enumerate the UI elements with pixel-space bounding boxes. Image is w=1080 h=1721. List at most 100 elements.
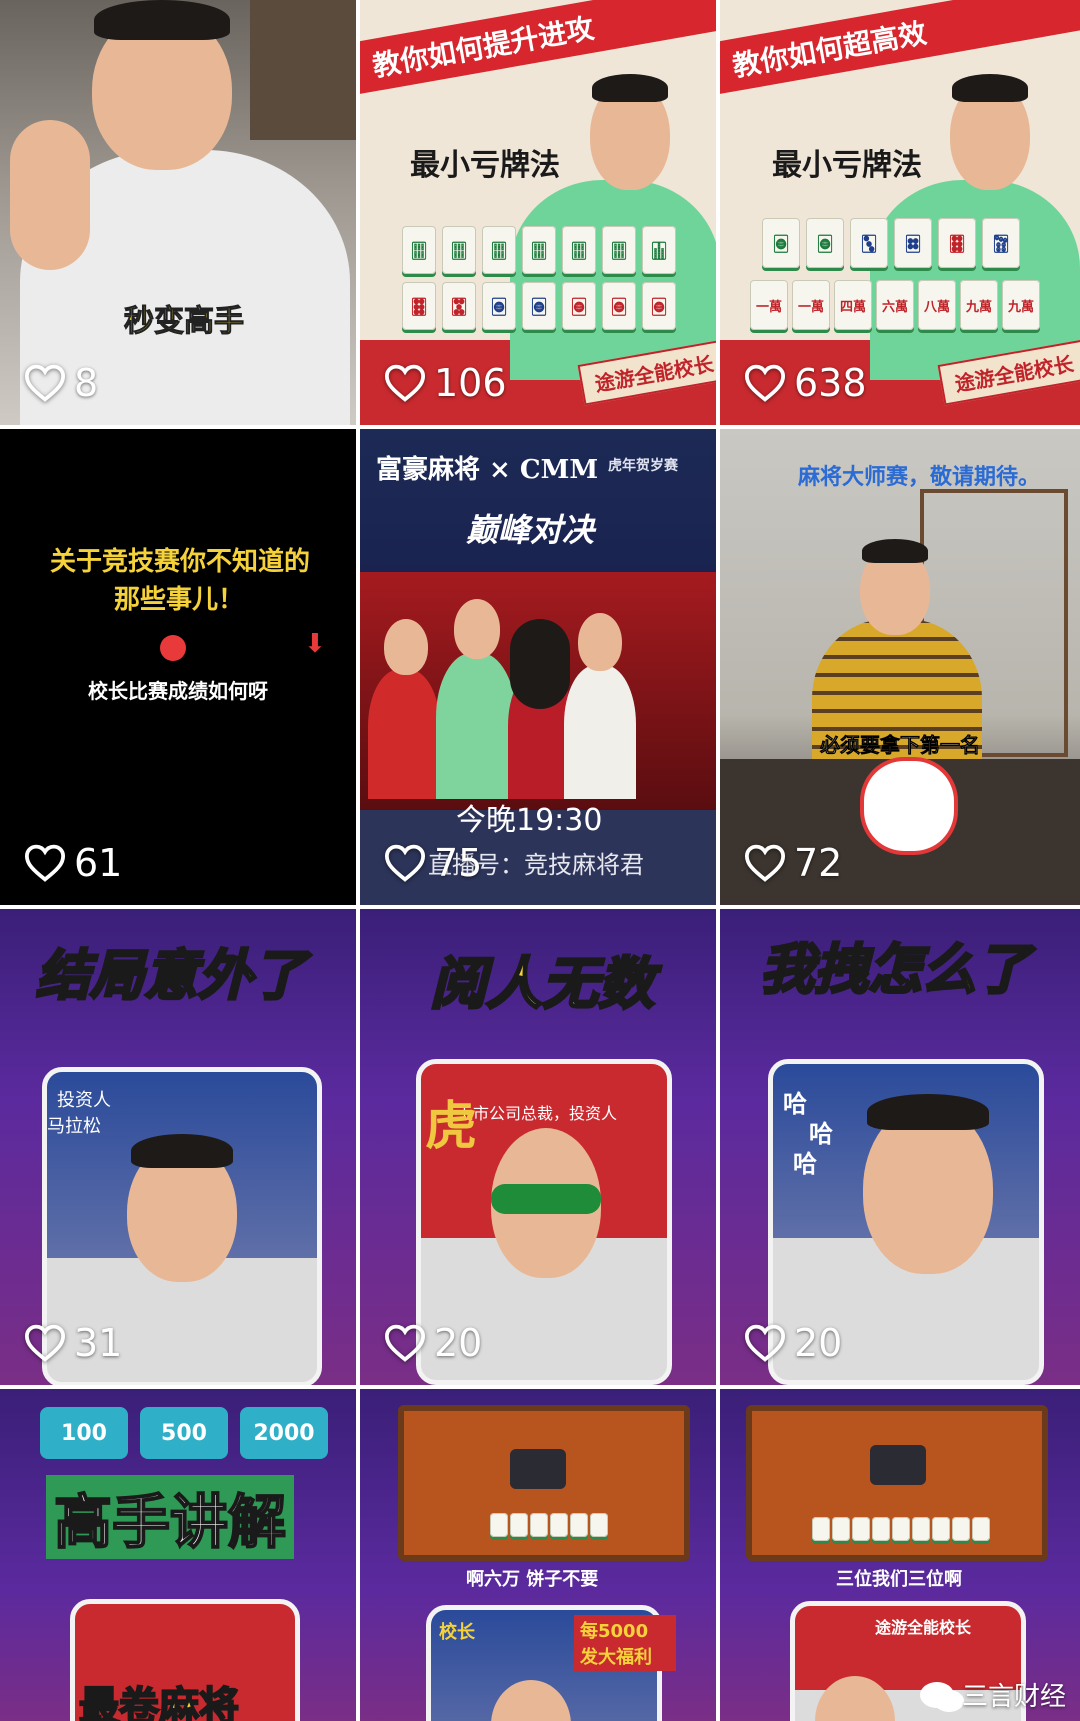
top-caption: 麻将大师赛，敬请期待。 xyxy=(798,465,1041,490)
video-tile-4[interactable]: 关于竞技赛你不知道的 那些事儿！ ⬇ 校长比赛成绩如何呀 61 xyxy=(0,429,356,905)
video-tile-2[interactable]: 教你如何提升进攻 最小亏牌法 🀕 🀕 🀕 🀕 🀕 🀕 🀖 🀞 🀝 🀙 🀙 🀙 🀙… xyxy=(360,0,716,425)
mahjong-tile: 🀙 xyxy=(482,282,516,330)
title-line-1: 关于竞技赛你不知道的 xyxy=(50,547,311,577)
heart-icon xyxy=(384,844,426,882)
like-count-value: 75 xyxy=(434,841,483,885)
heart-icon xyxy=(24,844,66,882)
tile-row-1: 🀙 🀙 🀛 🀜 🀞 🀟 xyxy=(762,218,1020,268)
mahjong-tile: 六萬 xyxy=(876,280,914,330)
player-4-head xyxy=(578,613,622,671)
headline: 高手讲解 xyxy=(46,1475,295,1559)
like-count-value: 8 xyxy=(74,361,99,405)
like-count: 72 xyxy=(744,841,842,885)
brand-label: 富豪麻将 × CMM xyxy=(376,455,599,485)
presenter-hair xyxy=(592,74,668,102)
player-2 xyxy=(436,653,516,799)
method-title: 最小亏牌法 xyxy=(410,148,560,183)
player-4 xyxy=(564,665,636,799)
like-count-value: 106 xyxy=(434,361,507,405)
video-tile-8[interactable]: 阅人无数 上市公司总裁，投资人 虎 20 xyxy=(360,909,716,1385)
caption-text: 三位我们三位啊 xyxy=(836,1569,962,1590)
mahjong-tile xyxy=(952,1517,970,1541)
video-tile-11[interactable]: 啊六万 饼子不要 校长 每5000 发大福利 xyxy=(360,1389,716,1721)
mahjong-tile: 🀕 xyxy=(402,226,436,274)
mahjong-tile xyxy=(490,1513,508,1537)
headline: 阅人无数 xyxy=(429,951,656,1019)
like-count-value: 31 xyxy=(74,1321,123,1365)
like-count-value: 20 xyxy=(794,1321,843,1365)
video-tile-3[interactable]: 教你如何超高效 最小亏牌法 🀙 🀙 🀛 🀜 🀞 🀟 一萬 一萬 四萬 六萬 八萬… xyxy=(720,0,1080,425)
mahjong-tile: 🀙 xyxy=(562,282,596,330)
laugh-text: 哈 xyxy=(783,1090,807,1118)
presenter-hair xyxy=(131,1134,233,1168)
heart-icon xyxy=(744,1324,786,1362)
score-card: 500 xyxy=(140,1407,228,1459)
video-tile-5[interactable]: 富豪麻将 × CMM 虎年贺岁赛 巅峰对决 今晚19:30 直播号：竞技麻将君 … xyxy=(360,429,716,905)
mahjong-tile: 🀟 xyxy=(982,218,1020,268)
subtitle-line: 校长比赛成绩如何呀 xyxy=(88,679,268,703)
like-count: 20 xyxy=(384,1321,482,1365)
arrow-down-icon: ⬇ xyxy=(304,629,326,659)
wechat-icon xyxy=(919,1681,954,1708)
mahjong-tile: 🀜 xyxy=(894,218,932,268)
mahjong-tile: 🀕 xyxy=(562,226,596,274)
mahjong-tile xyxy=(812,1517,830,1541)
like-count-value: 61 xyxy=(74,841,123,885)
frame-label-1: 投资人 xyxy=(57,1090,111,1111)
video-tile-1[interactable]: 秒变高手 8 xyxy=(0,0,356,425)
presenter-hair xyxy=(862,539,928,563)
caption-text: 啊六万 饼子不要 xyxy=(466,1569,599,1590)
presenter-head xyxy=(815,1676,895,1721)
mahjong-tile xyxy=(872,1517,890,1541)
heart-icon xyxy=(744,844,786,882)
video-tile-7[interactable]: 结局意外了 投资人 马拉松 31 xyxy=(0,909,356,1385)
video-tile-12[interactable]: 三位我们三位啊 途游全能校长 三言财经 xyxy=(720,1389,1080,1721)
tile-row-2: 🀞 🀝 🀙 🀙 🀙 🀙 🀙 xyxy=(402,282,676,330)
video-tile-10[interactable]: 100 500 2000 高手讲解 最卷麻将 xyxy=(0,1389,356,1721)
video-tile-6[interactable]: 麻将大师赛，敬请期待。 必须要拿下第一名 72 xyxy=(720,429,1080,905)
video-tile-9[interactable]: 我拽怎么了 哈 哈 哈 20 xyxy=(720,909,1080,1385)
mahjong-tile: 四萬 xyxy=(834,280,872,330)
like-count-value: 72 xyxy=(794,841,843,885)
mahjong-tile xyxy=(550,1513,568,1537)
mahjong-tile: 一萬 xyxy=(750,280,788,330)
method-title: 最小亏牌法 xyxy=(772,148,922,183)
sunglasses-icon xyxy=(491,1184,601,1214)
watermark-text: 三言财经 xyxy=(961,1682,1066,1712)
mahjong-tile xyxy=(972,1517,990,1541)
like-count: 75 xyxy=(384,841,482,885)
tile-row-1: 🀕 🀕 🀕 🀕 🀕 🀕 🀖 xyxy=(402,226,676,274)
raised-hand xyxy=(10,120,90,270)
mahjong-tile: 🀕 xyxy=(482,226,516,274)
start-time: 今晚19:30 xyxy=(456,803,603,838)
like-count: 20 xyxy=(744,1321,842,1365)
player-3-hair xyxy=(510,619,570,709)
heart-icon xyxy=(384,1324,426,1362)
presenter-hair xyxy=(867,1094,989,1130)
caption-text: 必须要拿下第一名 xyxy=(820,733,981,758)
frame-label: 校长 xyxy=(439,1622,475,1643)
match-title: 巅峰对决 xyxy=(466,511,595,549)
mahjong-tile: 🀖 xyxy=(642,226,676,274)
mahjong-tile: 🀕 xyxy=(602,226,636,274)
mahjong-tile: 🀕 xyxy=(442,226,476,274)
thumbs-up-icon xyxy=(860,757,958,855)
like-count-value: 638 xyxy=(794,361,867,405)
tile-row-2: 一萬 一萬 四萬 六萬 八萬 九萬 九萬 xyxy=(750,280,1040,330)
frame-text: 上市公司总裁，投资人 xyxy=(457,1104,618,1123)
table-center xyxy=(510,1449,566,1489)
shelf-decor xyxy=(250,0,356,140)
promo-banner: 每5000 发大福利 xyxy=(574,1615,676,1671)
mahjong-tile: 🀙 xyxy=(642,282,676,330)
mahjong-tile: 🀝 xyxy=(442,282,476,330)
heart-icon xyxy=(24,1324,66,1362)
mahjong-tile xyxy=(530,1513,548,1537)
player-1-head xyxy=(384,619,428,675)
brand-subtitle: 虎年贺岁赛 xyxy=(608,458,678,474)
mahjong-tile: 🀞 xyxy=(938,218,976,268)
mahjong-tile: 🀞 xyxy=(402,282,436,330)
mahjong-tile: 🀛 xyxy=(850,218,888,268)
heart-icon xyxy=(744,364,786,402)
title-line-2: 那些事儿！ xyxy=(114,585,245,615)
mahjong-tile: 🀙 xyxy=(522,282,556,330)
